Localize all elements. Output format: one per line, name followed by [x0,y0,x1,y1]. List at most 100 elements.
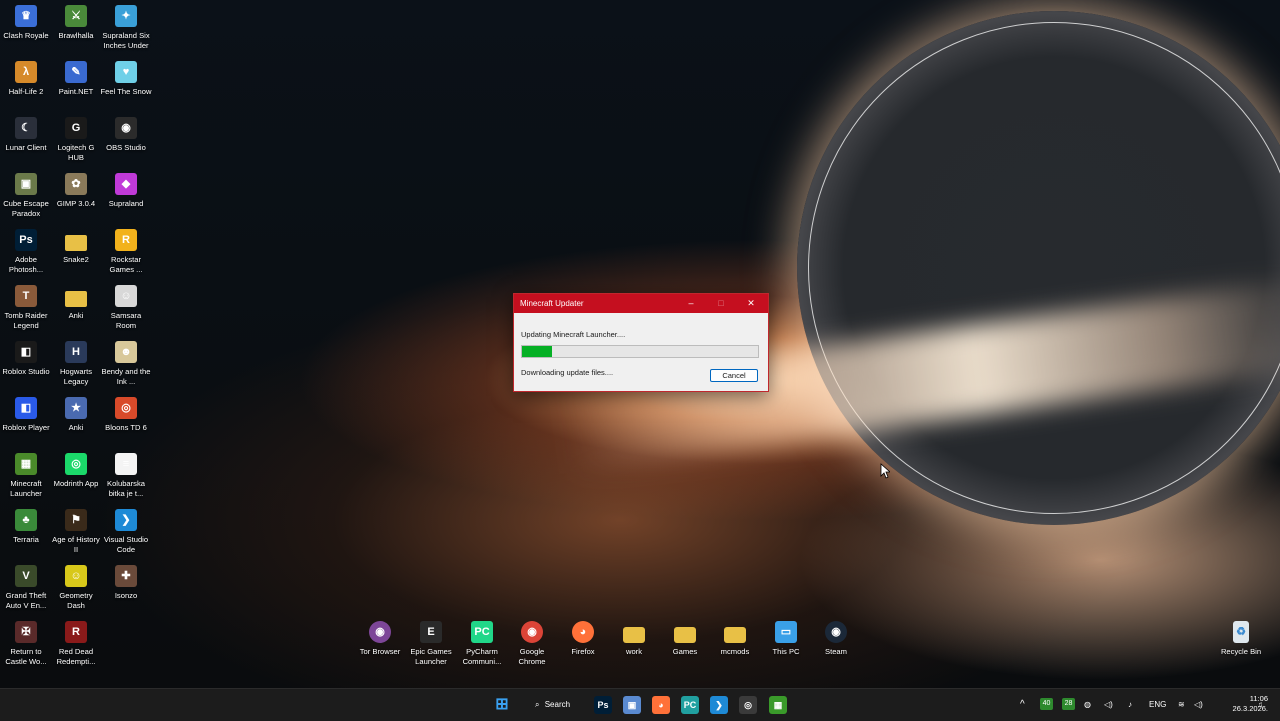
progress-fill [522,346,552,357]
desktop-icon[interactable]: Anki [50,285,102,321]
folder-icon [724,627,746,643]
taskbar-firefox-icon[interactable]: ◕ [652,696,670,714]
desktop-icon[interactable]: R Rockstar Games ... [100,229,152,275]
desktop-icon-label: Modrinth App [53,479,99,488]
desktop-icon[interactable]: ▭ This PC [760,621,812,657]
desktop-icon[interactable]: ★ Anki [50,397,102,433]
desktop-icon[interactable]: ◧ Roblox Studio [0,341,52,377]
taskbar-save-icon[interactable]: ▣ [623,696,641,714]
desktop-icon[interactable]: V Grand Theft Auto V En... [0,565,52,611]
desktop-icon[interactable]: ◧ Roblox Player [0,397,52,433]
desktop-icon[interactable]: ♛ Clash Royale [0,5,52,41]
desktop-icon-label: Return to Castle Wo... [5,647,47,666]
desktop-icon[interactable]: ☾ Lunar Client [0,117,52,153]
desktop-icon[interactable]: mcmods [709,621,761,657]
desktop-icon[interactable]: ⚑ Age of History II [50,509,102,555]
taskbar-minecraft-icon[interactable]: ▦ [769,696,787,714]
desktop-icon[interactable]: Games [659,621,711,657]
desktop-icon[interactable]: ⚔ Brawlhalla [50,5,102,41]
modrinth-icon: ◎ [65,453,87,475]
volume-icon[interactable]: ◁) [1194,697,1203,713]
desktop-icon[interactable]: Ps Adobe Photosh... [0,229,52,275]
close-icon[interactable]: ✕ [744,297,758,309]
wifi-icon[interactable]: ≋ [1178,697,1185,713]
desktop-icon-label: Minecraft Launcher [10,479,42,498]
taskbar-vscode-icon[interactable]: ❯ [710,696,728,714]
desktop-icon[interactable]: Snake2 [50,229,102,265]
desktop-icon[interactable]: ◉ Steam [810,621,862,657]
desktop-icon[interactable]: G Logitech G HUB [50,117,102,163]
desktop-icon[interactable]: ◎ Bloons TD 6 [100,397,152,433]
desktop-icon[interactable]: ◆ Supraland [100,173,152,209]
paint-net-icon: ✎ [65,61,87,83]
desktop-icon[interactable]: ☺ Geometry Dash [50,565,102,611]
taskbar-obs-icon[interactable]: ◎ [739,696,757,714]
desktop-icon[interactable]: ✚ Isonzo [100,565,152,601]
supraland-siu-icon: ✦ [115,5,137,27]
samsara-room-icon: ☺ [115,285,137,307]
desktop-icon[interactable]: ☻ Bendy and the Ink ... [100,341,152,387]
anki-icon: ★ [65,397,87,419]
gta-v-icon: V [15,565,37,587]
desktop-icon[interactable]: ◎ Modrinth App [50,453,102,489]
taskbar-photoshop-icon[interactable]: Ps [594,696,612,714]
desktop-icon[interactable]: ◉ Google Chrome [506,621,558,667]
age-of-history-icon: ⚑ [65,509,87,531]
desktop-icon[interactable]: ▣ Cube Escape Paradox [0,173,52,219]
dialog-titlebar[interactable]: Minecraft Updater – □ ✕ [514,294,768,313]
cancel-button[interactable]: Cancel [710,369,758,382]
desktop-icon-label: Kolubarska bitka je t... [107,479,145,498]
notification-bell-icon[interactable]: ♫ [1257,697,1263,713]
tray-badge-a[interactable]: 40 [1040,698,1053,710]
desktop-icon[interactable]: ◕ Firefox [557,621,609,657]
desktop-icon[interactable]: ◉ Tor Browser [354,621,406,657]
desktop-icon-label: Geometry Dash [59,591,93,610]
desktop-icon-label: Logitech G HUB [57,143,95,162]
desktop-icon-label: Anki [68,311,84,320]
desktop-icon[interactable]: work [608,621,660,657]
desktop-icon[interactable]: ≡ Kolubarska bitka je t... [100,453,152,499]
taskbar-pycharm-icon[interactable]: PC [681,696,699,714]
desktop-icon[interactable]: ✎ Paint.NET [50,61,102,97]
desktop-icon-label: Clash Royale [3,31,49,40]
steam-icon: ◉ [825,621,847,643]
desktop-icon[interactable]: ❯ Visual Studio Code [100,509,152,555]
desktop-icon-label: Steam [825,647,847,656]
desktop-icon[interactable]: ♥ Feel The Snow [100,61,152,97]
edge-tray-icon[interactable]: ◍ [1084,697,1091,713]
desktop-icon[interactable]: ▦ Minecraft Launcher [0,453,52,499]
taskbar-search-button[interactable]: ⌕ Search [525,695,581,715]
desktop-icon[interactable]: ☺ Samsara Room [100,285,152,331]
pycharm-icon: PC [471,621,493,643]
speaker-tray-icon[interactable]: ◁) [1104,697,1113,713]
desktop-icon[interactable]: ✠ Return to Castle Wo... [0,621,52,667]
desktop-icon-label: Hogwarts Legacy [59,367,93,386]
update-progress-bar [521,345,759,358]
desktop-icon-label: Roblox Player [2,423,50,432]
desktop-icon[interactable]: ✿ GIMP 3.0.4 [50,173,102,209]
start-button[interactable]: ⊞ [493,696,511,714]
desktop-icon-label: Anki [68,423,84,432]
desktop-icon[interactable]: E Epic Games Launcher [405,621,457,667]
language-indicator[interactable]: ENG [1149,697,1166,713]
desktop-icon[interactable]: ✦ Supraland Six Inches Under [100,5,152,51]
microphone-icon[interactable]: ♪ [1128,697,1132,713]
desktop-icon[interactable]: ♣ Terraria [0,509,52,545]
desktop-icon-label: OBS Studio [106,143,146,152]
tray-badge-b[interactable]: 28 [1062,698,1075,710]
roblox-studio-icon: ◧ [15,341,37,363]
minecraft-launcher-icon: ▦ [15,453,37,475]
desktop-icon[interactable]: T Tomb Raider Legend [0,285,52,331]
minecraft-updater-dialog: Minecraft Updater – □ ✕ Updating Minecra… [513,293,769,392]
desktop-icon[interactable]: R Red Dead Redempti... [50,621,102,667]
desktop-icon[interactable]: ◉ OBS Studio [100,117,152,153]
desktop-icon[interactable]: PC PyCharm Communi... [456,621,508,667]
minimize-icon[interactable]: – [684,297,698,309]
show-hidden-icons-chevron[interactable]: ^ [1020,697,1025,713]
desktop-icon[interactable]: λ Half-Life 2 [0,61,52,97]
folder-icon [623,627,645,643]
desktop-icon[interactable]: H Hogwarts Legacy [50,341,102,387]
chrome-icon: ◉ [521,621,543,643]
recycle-bin[interactable]: ♻ Recycle Bin [1215,621,1267,657]
tomb-raider-icon: T [15,285,37,307]
